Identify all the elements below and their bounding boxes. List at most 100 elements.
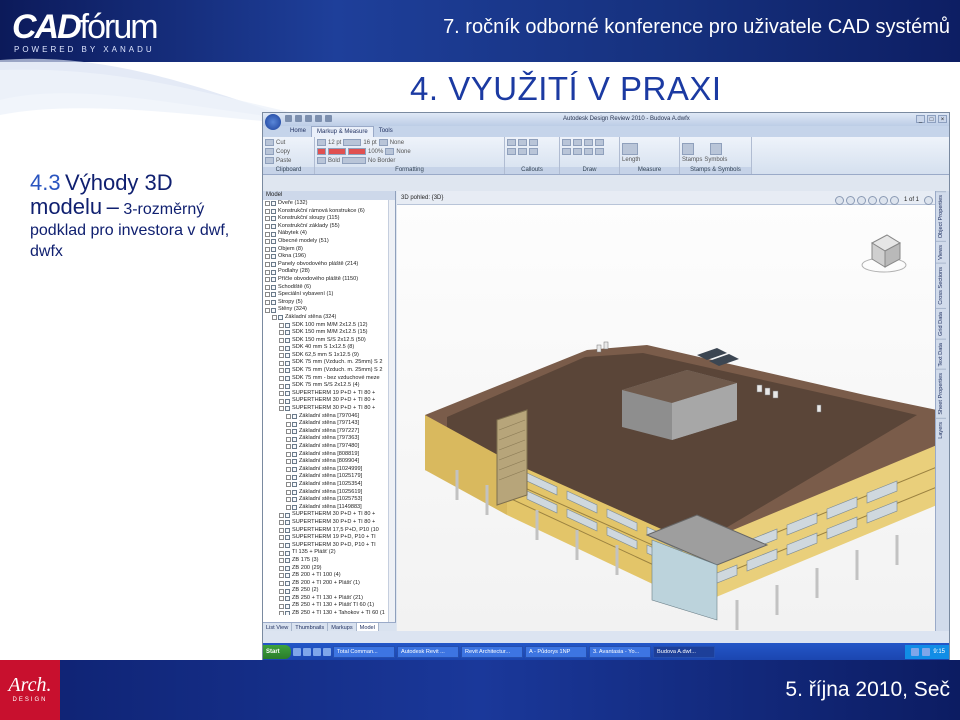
visibility-checkbox[interactable] [285,398,290,404]
tab-grid-data[interactable]: Grid Data [936,307,946,339]
expand-toggle-icon[interactable] [286,421,291,427]
visibility-checkbox[interactable] [271,201,276,207]
taskbar-item[interactable]: Autodesk Revit ... [397,646,459,658]
expand-toggle-icon[interactable] [279,360,284,366]
tab-tools[interactable]: Tools [374,126,398,137]
expand-toggle-icon[interactable] [286,489,291,495]
visibility-checkbox[interactable] [285,588,290,594]
length-measure-icon[interactable] [622,143,638,155]
border-select[interactable]: No Border [368,158,395,164]
visibility-checkbox[interactable] [278,315,283,321]
expand-toggle-icon[interactable] [286,436,291,442]
visibility-checkbox[interactable] [271,300,276,306]
expand-toggle-icon[interactable] [279,337,284,343]
visibility-checkbox[interactable] [292,413,297,419]
line-icon[interactable] [562,139,571,146]
text-icon[interactable] [595,148,604,155]
model-tree[interactable]: Dveře (132) Konstrukční rámová konstrukce… [263,200,395,615]
quicklaunch-icon[interactable] [303,648,311,656]
expand-toggle-icon[interactable] [279,353,284,359]
expand-toggle-icon[interactable] [279,588,284,594]
expand-toggle-icon[interactable] [279,406,284,412]
expand-toggle-icon[interactable] [265,262,270,268]
visibility-checkbox[interactable] [292,436,297,442]
tree-item[interactable]: SUPERTHERM 30 P+D + TI 80 + [265,511,395,519]
visibility-checkbox[interactable] [292,474,297,480]
bold-button[interactable]: Bold [328,158,340,164]
visibility-checkbox[interactable] [271,292,276,298]
expand-toggle-icon[interactable] [265,277,270,283]
expand-toggle-icon[interactable] [279,527,284,533]
visibility-checkbox[interactable] [285,391,290,397]
expand-toggle-icon[interactable] [279,535,284,541]
font-size-dropdown[interactable] [343,139,362,146]
tree-item[interactable]: Základní stěna [1024999] [265,466,395,474]
expand-toggle-icon[interactable] [279,550,284,556]
tree-item[interactable]: Speciální vybavení (1) [265,291,395,299]
visibility-checkbox[interactable] [285,558,290,564]
cloud-icon[interactable] [573,148,582,155]
font-size-select-1[interactable]: 12 pt [328,140,341,146]
expand-toggle-icon[interactable] [279,565,284,571]
expand-toggle-icon[interactable] [286,451,291,457]
expand-toggle-icon[interactable] [265,246,270,252]
visibility-checkbox[interactable] [285,550,290,556]
tree-item[interactable]: SUPERTHERM 17,5 P+D, P10 (10 [265,527,395,535]
expand-toggle-icon[interactable] [279,375,284,381]
freehand-icon[interactable] [584,148,593,155]
paste-button[interactable]: Paste [276,158,291,164]
print-icon[interactable] [305,115,312,122]
fill-color-dropdown[interactable] [328,148,346,155]
font-icon[interactable] [317,139,326,146]
expand-toggle-icon[interactable] [265,208,270,214]
tree-item[interactable]: SDK 75 mm (Vzduch. m. 25mm) S 2 [265,359,395,367]
tree-item[interactable]: SUPERTHERM 30 P+D + TI 80 + [265,405,395,413]
line-color-dropdown[interactable] [348,148,366,155]
arrow-icon[interactable] [573,139,582,146]
tree-item[interactable]: SDK 75 mm (Vzduch. m. 25mm) S 2 [265,367,395,375]
tree-item[interactable]: TI 135 + Plášť (2) [265,549,395,557]
expand-toggle-icon[interactable] [279,391,284,397]
tab-home[interactable]: Home [285,126,311,137]
callout-box-icon[interactable] [507,148,516,155]
tree-item[interactable]: Základní stěna (324) [265,314,395,322]
back-icon[interactable] [845,195,855,205]
tree-item[interactable]: Konstrukční základy (55) [265,223,395,231]
tree-item[interactable]: Okna (196) [265,253,395,261]
tree-item[interactable]: SDK 40 mm S 1x12.5 (8) [265,344,395,352]
expand-toggle-icon[interactable] [265,231,270,237]
visibility-checkbox[interactable] [271,269,276,275]
visibility-checkbox[interactable] [292,489,297,495]
open-icon[interactable] [285,115,292,122]
taskbar-item[interactable]: Total Comman... [333,646,395,658]
expand-toggle-icon[interactable] [265,224,270,230]
save-icon[interactable] [295,115,302,122]
tab-object-properties[interactable]: Object Properties [936,191,946,242]
expand-toggle-icon[interactable] [286,459,291,465]
forward-icon[interactable] [856,195,866,205]
visibility-checkbox[interactable] [285,512,290,518]
visibility-checkbox[interactable] [271,307,276,313]
expand-toggle-icon[interactable] [279,580,284,586]
visibility-checkbox[interactable] [292,421,297,427]
visibility-checkbox[interactable] [285,527,290,533]
symbol-icon[interactable] [710,143,722,155]
tree-scrollbar[interactable] [388,200,395,622]
expand-toggle-icon[interactable] [279,322,284,328]
fill-color-icon[interactable] [317,148,326,155]
copy-button[interactable]: Copy [276,149,290,155]
symbols-button[interactable]: Symbols [704,157,727,163]
expand-toggle-icon[interactable] [265,216,270,222]
expand-toggle-icon[interactable] [286,505,291,511]
minimize-button[interactable]: _ [916,115,925,123]
bold-icon[interactable] [317,157,326,164]
tree-item[interactable]: SDK 75 mm S/S 2x12.5 (4) [265,382,395,390]
quicklaunch-icon[interactable] [323,648,331,656]
pan-icon[interactable] [867,195,877,205]
callout-note-icon[interactable] [529,148,538,155]
line-style-icon[interactable] [378,139,388,146]
expand-toggle-icon[interactable] [286,429,291,435]
tab-layers[interactable]: Layers [936,417,946,442]
tree-item[interactable]: SUPERTHERM 30 P+D, P10 + TI [265,542,395,550]
visibility-checkbox[interactable] [285,520,290,526]
